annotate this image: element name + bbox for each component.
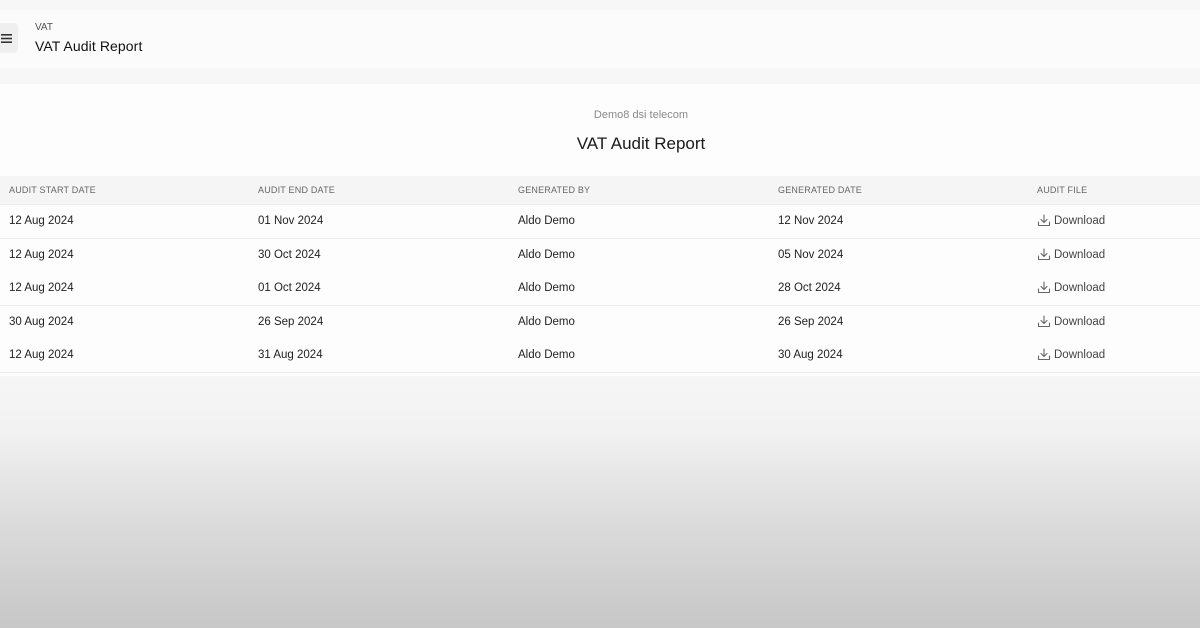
download-link[interactable]: Download <box>1037 248 1105 261</box>
generated-date-cell: 28 Oct 2024 <box>778 282 841 294</box>
download-icon <box>1037 248 1051 261</box>
top-bar: VAT VAT Audit Report <box>0 10 1200 68</box>
download-label: Download <box>1054 315 1106 328</box>
table-row: 12 Aug 2024 01 Nov 2024 Aldo Demo 12 Nov… <box>0 205 1200 239</box>
download-link[interactable]: Download <box>1037 315 1105 328</box>
generated-by-cell: Aldo Demo <box>518 215 575 227</box>
audit-start-date-cell: 12 Aug 2024 <box>9 282 74 294</box>
audit-start-date-cell: 12 Aug 2024 <box>9 249 74 261</box>
column-header-generated-date: GENERATED DATE <box>778 185 862 195</box>
generated-date-cell: 30 Aug 2024 <box>778 349 843 361</box>
audit-end-date-cell: 01 Nov 2024 <box>258 215 324 227</box>
audit-end-date-cell: 01 Oct 2024 <box>258 282 321 294</box>
download-label: Download <box>1054 214 1106 227</box>
download-icon <box>1037 315 1051 328</box>
column-header-audit-end-date: AUDIT END DATE <box>258 185 335 195</box>
audit-end-date-cell: 26 Sep 2024 <box>258 316 324 328</box>
page-title: VAT Audit Report <box>35 38 143 54</box>
generated-by-cell: Aldo Demo <box>518 249 575 261</box>
download-label: Download <box>1054 348 1106 361</box>
download-label: Download <box>1054 281 1106 294</box>
generated-date-cell: 05 Nov 2024 <box>778 249 844 261</box>
download-icon <box>1037 348 1051 361</box>
report-panel: Demo8 dsi telecom VAT Audit Report AUDIT… <box>0 84 1200 376</box>
table-row: 12 Aug 2024 01 Oct 2024 Aldo Demo 28 Oct… <box>0 272 1200 306</box>
audit-start-date-cell: 30 Aug 2024 <box>9 316 74 328</box>
table-row: 12 Aug 2024 31 Aug 2024 Aldo Demo 30 Aug… <box>0 339 1200 373</box>
menu-button[interactable] <box>0 23 18 53</box>
download-link[interactable]: Download <box>1037 214 1105 227</box>
column-header-audit-start-date: AUDIT START DATE <box>9 185 96 195</box>
column-header-generated-by: GENERATED BY <box>518 185 591 195</box>
audit-start-date-cell: 12 Aug 2024 <box>9 215 74 227</box>
generated-date-cell: 12 Nov 2024 <box>778 215 844 227</box>
company-name: Demo8 dsi telecom <box>593 109 689 121</box>
table-row: 12 Aug 2024 30 Oct 2024 Aldo Demo 05 Nov… <box>0 239 1200 273</box>
generated-by-cell: Aldo Demo <box>518 316 575 328</box>
breadcrumb[interactable]: VAT <box>35 22 53 33</box>
generated-date-cell: 26 Sep 2024 <box>778 316 844 328</box>
download-link[interactable]: Download <box>1037 281 1105 294</box>
download-icon <box>1037 281 1051 294</box>
download-icon <box>1037 214 1051 227</box>
audit-end-date-cell: 30 Oct 2024 <box>258 249 321 261</box>
generated-by-cell: Aldo Demo <box>518 282 575 294</box>
table-header: AUDIT START DATE AUDIT END DATE GENERATE… <box>0 176 1200 205</box>
audit-end-date-cell: 31 Aug 2024 <box>258 349 323 361</box>
download-label: Download <box>1054 248 1106 261</box>
table-row: 30 Aug 2024 26 Sep 2024 Aldo Demo 26 Sep… <box>0 306 1200 340</box>
generated-by-cell: Aldo Demo <box>518 349 575 361</box>
column-header-audit-file: AUDIT FILE <box>1037 185 1088 195</box>
menu-icon <box>0 33 12 43</box>
audit-start-date-cell: 12 Aug 2024 <box>9 349 74 361</box>
download-link[interactable]: Download <box>1037 348 1105 361</box>
report-title: VAT Audit Report <box>576 134 706 153</box>
